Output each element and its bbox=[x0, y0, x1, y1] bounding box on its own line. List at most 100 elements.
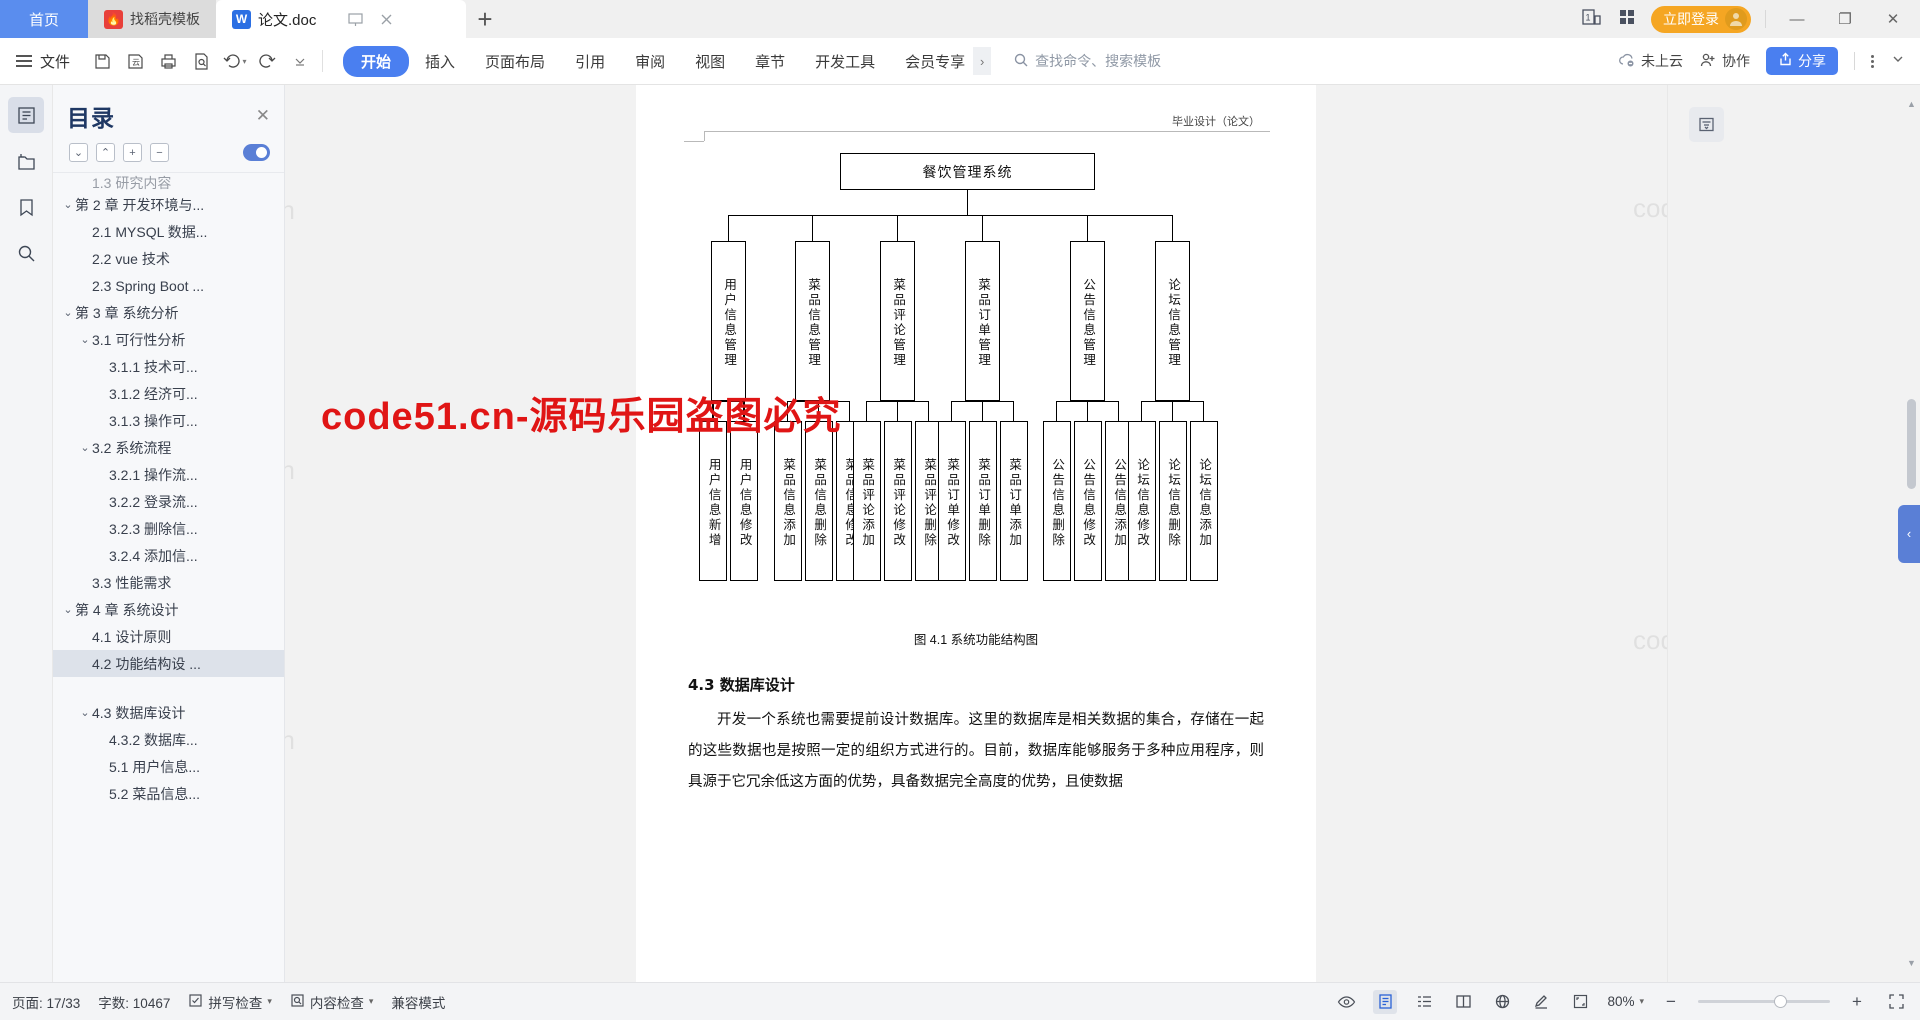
share-button[interactable]: 分享 bbox=[1766, 47, 1838, 75]
chevron-down-icon[interactable]: ⌄ bbox=[61, 306, 75, 319]
outline-item[interactable]: 3.2.2 登录流... bbox=[53, 488, 284, 515]
maximize-button[interactable]: ❐ bbox=[1828, 0, 1862, 38]
print-preview-icon[interactable] bbox=[187, 47, 215, 75]
ribbon-tab-insert[interactable]: 插入 bbox=[411, 46, 469, 77]
close-outline-icon[interactable]: ✕ bbox=[256, 106, 270, 126]
reading-layout-icon[interactable] bbox=[1451, 990, 1475, 1014]
outline-item[interactable]: ⌄ 3.2 系统流程 bbox=[53, 434, 284, 461]
chevron-down-icon[interactable]: ⌄ bbox=[78, 706, 92, 719]
zoom-slider[interactable] bbox=[1698, 995, 1830, 1008]
cloud-status-button[interactable]: 未上云 bbox=[1618, 51, 1683, 71]
document-page[interactable]: 毕业设计（论文） 餐饮管理系统 用户信息管理 菜品信息管理 菜品评论管理 菜品订单管理公… bbox=[636, 85, 1316, 982]
outline-item[interactable]: 2.2 vue 技术 bbox=[53, 245, 284, 272]
fullscreen-icon[interactable] bbox=[1884, 990, 1908, 1014]
paragraph-tools-icon[interactable] bbox=[1689, 107, 1724, 142]
outline-item[interactable]: 3.2.3 删除信... bbox=[53, 515, 284, 542]
rail-bookmark-icon[interactable] bbox=[8, 189, 44, 225]
outline-item[interactable]: ⌄ 3.1 可行性分析 bbox=[53, 326, 284, 353]
spellcheck-button[interactable]: 拼写检查 ▾ bbox=[188, 992, 272, 1012]
ribbon-tab-member[interactable]: 会员专享 bbox=[891, 46, 971, 77]
ribbon-tab-page-layout[interactable]: 页面布局 bbox=[471, 46, 559, 77]
outline-item[interactable]: 3.1.1 技术可... bbox=[53, 353, 284, 380]
zoom-slider-handle[interactable] bbox=[1774, 995, 1787, 1008]
chevron-down-icon[interactable]: ⌄ bbox=[78, 441, 92, 454]
chevron-down-icon[interactable]: ⌄ bbox=[78, 333, 92, 346]
ribbon-tab-section[interactable]: 章节 bbox=[741, 46, 799, 77]
close-tab-icon[interactable] bbox=[378, 11, 395, 28]
single-page-view-icon[interactable]: 1 bbox=[1581, 7, 1603, 32]
outline-item[interactable]: 3.2.1 操作流... bbox=[53, 461, 284, 488]
outline-item[interactable]: 4.1 设计原则 bbox=[53, 623, 284, 650]
tab-home[interactable]: 首页 bbox=[0, 0, 88, 38]
rail-sections-icon[interactable] bbox=[8, 143, 44, 179]
outline-item[interactable]: ⌄ 第 3 章 系统分析 bbox=[53, 299, 284, 326]
outline-item[interactable]: 4.3.2 数据库... bbox=[53, 726, 284, 753]
outline-collapse-up-icon[interactable]: ⌃ bbox=[96, 143, 115, 162]
ribbon-tab-review[interactable]: 审阅 bbox=[621, 46, 679, 77]
zoom-level-dropdown[interactable]: 80% ▾ bbox=[1607, 994, 1644, 1009]
page-indicator[interactable]: 页面: 17/33 bbox=[12, 992, 80, 1012]
focus-mode-icon[interactable] bbox=[1334, 990, 1358, 1014]
document-canvas[interactable]: code51.cn code51.cn code51.cn code51.cn … bbox=[285, 85, 1667, 982]
outline-item[interactable]: 2.3 Spring Boot ... bbox=[53, 272, 284, 299]
outline-item[interactable]: 5.1 用户信息... bbox=[53, 753, 284, 780]
tab-document[interactable]: W 论文.doc bbox=[216, 0, 466, 38]
print-icon[interactable] bbox=[154, 47, 182, 75]
word-count[interactable]: 字数: 10467 bbox=[98, 992, 170, 1012]
rail-search-icon[interactable] bbox=[8, 235, 44, 271]
zoom-out-button[interactable]: − bbox=[1659, 990, 1683, 1014]
undo-icon[interactable]: ▾ bbox=[220, 47, 248, 75]
outline-item[interactable]: ⌄ 第 4 章 系统设计 bbox=[53, 596, 284, 623]
ribbon-tab-references[interactable]: 引用 bbox=[561, 46, 619, 77]
minimize-button[interactable]: — bbox=[1780, 0, 1814, 38]
rail-outline-icon[interactable] bbox=[8, 97, 44, 133]
redo-icon[interactable] bbox=[253, 47, 281, 75]
diagram-level3-box: 菜品评论修改 bbox=[883, 421, 912, 581]
tab-templates[interactable]: 🔥 找稻壳模板 bbox=[88, 0, 216, 38]
ribbon-overflow-chevron-icon[interactable]: › bbox=[973, 47, 992, 75]
edit-pen-icon[interactable] bbox=[1529, 990, 1553, 1014]
outline-item[interactable]: 3.2.4 添加信... bbox=[53, 542, 284, 569]
collaborate-button[interactable]: 协作 bbox=[1699, 51, 1750, 71]
outline-item[interactable]: 5.2 菜品信息... bbox=[53, 780, 284, 807]
outline-collapse-down-icon[interactable]: ⌄ bbox=[69, 143, 88, 162]
fit-page-icon[interactable] bbox=[1568, 990, 1592, 1014]
ribbon-tab-developer[interactable]: 开发工具 bbox=[801, 46, 889, 77]
outline-item[interactable]: 3.1.2 经济可... bbox=[53, 380, 284, 407]
close-window-button[interactable]: ✕ bbox=[1876, 0, 1910, 38]
outline-item[interactable]: 4.2 功能结构设 ... bbox=[53, 650, 284, 677]
save-icon[interactable] bbox=[88, 47, 116, 75]
collapse-ribbon-chevron-icon[interactable] bbox=[1890, 51, 1906, 72]
outline-toggle-switch[interactable] bbox=[243, 144, 270, 161]
more-options-icon[interactable] bbox=[1871, 54, 1874, 68]
outline-collapse-all-icon[interactable]: − bbox=[150, 143, 169, 162]
outline-item[interactable]: 3.3 性能需求 bbox=[53, 569, 284, 596]
search-command-box[interactable]: 查找命令、搜索模板 bbox=[1013, 51, 1161, 71]
outline-item[interactable]: 2.1 MYSQL 数据... bbox=[53, 218, 284, 245]
outline-item[interactable]: 1.3 研究内容 bbox=[53, 175, 284, 191]
content-check-button[interactable]: 内容检查 ▾ bbox=[290, 992, 373, 1012]
outline-expand-all-icon[interactable]: + bbox=[123, 143, 142, 162]
ribbon-tab-view[interactable]: 视图 bbox=[681, 46, 739, 77]
chevron-down-icon[interactable]: ⌄ bbox=[61, 198, 75, 211]
ribbon-tab-start[interactable]: 开始 bbox=[343, 45, 410, 77]
apps-grid-icon[interactable] bbox=[1617, 7, 1637, 32]
customize-qat-chevron-icon[interactable] bbox=[286, 47, 314, 75]
outline-item[interactable]: 3.1.3 操作可... bbox=[53, 407, 284, 434]
scrollbar-thumb[interactable] bbox=[1907, 399, 1916, 489]
new-tab-button[interactable]: + bbox=[466, 0, 504, 38]
outline-item-list[interactable]: 1.3 研究内容 ⌄ 第 2 章 开发环境与... 2.1 MYSQL 数据... 2.… bbox=[53, 172, 284, 982]
compatibility-mode[interactable]: 兼容模式 bbox=[391, 992, 445, 1012]
present-icon[interactable] bbox=[347, 11, 364, 28]
save-as-icon[interactable]: 云 bbox=[121, 47, 149, 75]
outline-item[interactable]: ⌄ 4.3 数据库设计 bbox=[53, 699, 284, 726]
right-panel-toggle[interactable]: ‹ bbox=[1898, 504, 1920, 563]
zoom-in-button[interactable]: + bbox=[1845, 990, 1869, 1014]
chevron-down-icon[interactable]: ⌄ bbox=[61, 603, 75, 616]
login-button[interactable]: 立即登录 bbox=[1651, 5, 1751, 33]
web-layout-icon[interactable] bbox=[1490, 990, 1514, 1014]
file-menu-button[interactable]: 文件 bbox=[10, 51, 80, 72]
outline-view-icon[interactable] bbox=[1412, 990, 1436, 1014]
page-view-icon[interactable] bbox=[1373, 989, 1398, 1014]
outline-item[interactable]: ⌄ 第 2 章 开发环境与... bbox=[53, 191, 284, 218]
